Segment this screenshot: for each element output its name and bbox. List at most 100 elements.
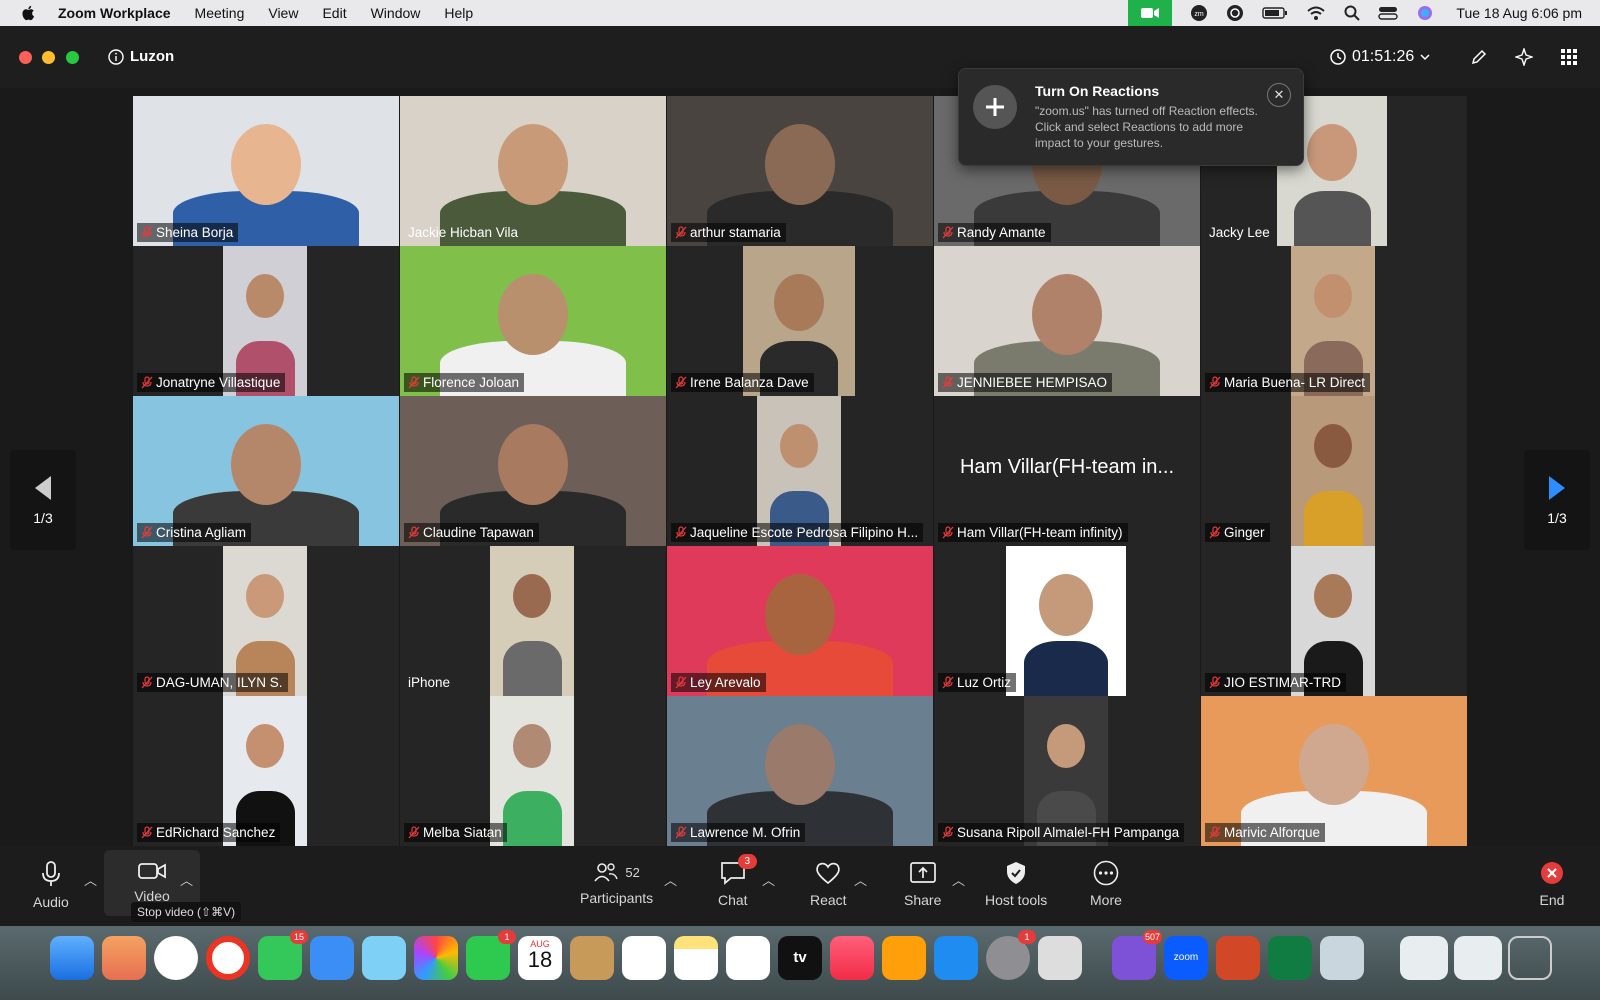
participant-tile[interactable]: JIO ESTIMAR-TRD (1201, 546, 1467, 696)
participant-tile[interactable]: Claudine Tapawan (400, 396, 666, 546)
meeting-name: Luzon (130, 48, 175, 65)
apple-tv-icon[interactable]: tv (778, 936, 822, 980)
participant-tile[interactable]: Cristina Agliam (133, 396, 399, 546)
recent-document-icon[interactable] (1454, 936, 1502, 980)
participant-tile[interactable]: Luz Ortiz (934, 546, 1200, 696)
participant-tile[interactable]: Marivic Alforque (1201, 696, 1467, 846)
participant-tile[interactable]: Irene Balanza Dave (667, 246, 933, 396)
calendar-icon[interactable]: AUG 18 (518, 936, 562, 980)
music-icon[interactable] (830, 936, 874, 980)
viber-icon[interactable]: 507 (1112, 930, 1162, 980)
battery-icon[interactable] (1262, 6, 1288, 20)
reminders-icon[interactable] (622, 936, 666, 980)
more-button[interactable]: More (1090, 860, 1122, 908)
video-options-chevron-icon[interactable]: ︿ (180, 870, 193, 889)
audio-options-chevron-icon[interactable]: ︿ (84, 870, 97, 889)
participant-tile[interactable]: EdRichard Sanchez (133, 696, 399, 846)
chat-chevron-icon[interactable]: ︿ (762, 870, 775, 889)
finder-icon[interactable] (50, 936, 94, 980)
participant-tile[interactable]: Florence Joloan (400, 246, 666, 396)
audio-button[interactable]: Audio (33, 860, 69, 910)
recent-document-icon[interactable] (1400, 936, 1448, 980)
meeting-timer[interactable]: 01:51:26 (1330, 48, 1430, 66)
share-chevron-icon[interactable]: ︿ (952, 870, 965, 889)
menu-help[interactable]: Help (444, 5, 473, 21)
participant-tile[interactable]: Jackie Hicban Vila (400, 96, 666, 246)
mail-icon[interactable] (310, 936, 354, 980)
spotlight-search-icon[interactable] (1344, 5, 1361, 21)
system-settings-icon[interactable]: 1 (986, 930, 1036, 980)
participant-tile[interactable]: Ley Arevalo (667, 546, 933, 696)
muted-microphone-icon (1209, 676, 1221, 689)
participant-tile[interactable]: Ham Villar(FH-team in... Ham Villar(FH-te… (934, 396, 1200, 546)
participant-tile[interactable]: JENNIEBEE HEMPISAO (934, 246, 1200, 396)
end-meeting-button[interactable]: End (1538, 860, 1566, 908)
minimize-window-button[interactable] (42, 51, 55, 64)
pages-icon[interactable] (882, 936, 926, 980)
wifi-icon[interactable] (1306, 5, 1326, 21)
popup-close-button[interactable]: ✕ (1267, 83, 1291, 107)
annotate-pencil-icon[interactable] (1470, 48, 1488, 66)
chat-button[interactable]: 3 Chat (718, 854, 757, 908)
share-button[interactable]: Share (904, 860, 941, 908)
opera-icon[interactable] (206, 936, 250, 980)
meeting-info[interactable]: Luzon (108, 48, 174, 65)
react-chevron-icon[interactable]: ︿ (854, 870, 867, 889)
participant-tile[interactable]: Susana Ripoll Almalel-FH Pampanga (934, 696, 1200, 846)
menu-window[interactable]: Window (371, 5, 421, 21)
zoom-menu-icon[interactable]: zm (1190, 4, 1208, 22)
menu-app-name[interactable]: Zoom Workplace (58, 5, 171, 21)
participant-tile[interactable]: Melba Siatan (400, 696, 666, 846)
host-tools-button[interactable]: Host tools (985, 860, 1047, 908)
participant-tile[interactable]: Sheina Borja (133, 96, 399, 246)
maps-icon[interactable] (362, 936, 406, 980)
participant-tile[interactable]: Lawrence M. Ofrin (667, 696, 933, 846)
participant-tile[interactable]: iPhone (400, 546, 666, 696)
participant-tile[interactable]: Jaqueline Escote Pedrosa Filipino H... (667, 396, 933, 546)
powerpoint-icon[interactable] (1216, 936, 1260, 980)
siri-icon[interactable] (1416, 4, 1434, 22)
preview-icon[interactable] (1320, 936, 1364, 980)
iphone-mirroring-icon[interactable] (1038, 936, 1082, 980)
ai-companion-icon[interactable] (1515, 48, 1533, 66)
app-store-icon[interactable] (934, 936, 978, 980)
participant-name: Jacky Lee (1209, 225, 1270, 240)
participant-tile[interactable]: Maria Buena- LR Direct (1201, 246, 1467, 396)
muted-microphone-icon (141, 826, 153, 839)
fullscreen-window-button[interactable] (66, 51, 79, 64)
participant-name: Jackie Hicban Vila (408, 225, 519, 240)
menu-bar: Zoom Workplace Meeting View Edit Window … (0, 0, 1600, 26)
arrow-right-icon (1549, 476, 1565, 500)
participants-button[interactable]: 52 Participants (580, 860, 653, 906)
close-window-button[interactable] (19, 51, 32, 64)
participants-chevron-icon[interactable]: ︿ (664, 870, 677, 889)
menu-edit[interactable]: Edit (322, 5, 346, 21)
menubar-clock[interactable]: Tue 18 Aug 6:06 pm (1456, 5, 1582, 21)
participant-tile[interactable]: Jonatryne Villastique (133, 246, 399, 396)
participant-tile[interactable]: Ginger (1201, 396, 1467, 546)
react-button[interactable]: React (810, 860, 847, 908)
facetime-icon[interactable]: 1 (466, 930, 516, 980)
freeform-icon[interactable] (726, 936, 770, 980)
excel-icon[interactable] (1268, 936, 1312, 980)
photos-icon[interactable] (414, 936, 458, 980)
participant-tile[interactable]: DAG-UMAN, ILYN S. (133, 546, 399, 696)
safari-icon[interactable] (154, 936, 198, 980)
launchpad-icon[interactable] (102, 936, 146, 980)
apple-logo-icon[interactable] (20, 4, 38, 22)
messages-icon[interactable]: 15 (258, 930, 308, 980)
notes-icon[interactable] (674, 936, 718, 980)
zoom-app-icon[interactable]: zoom (1164, 936, 1208, 980)
participant-tile[interactable]: arthur stamaria (667, 96, 933, 246)
view-grid-icon[interactable] (1560, 48, 1578, 66)
previous-page-button[interactable]: 1/3 (10, 450, 76, 550)
participant-name: Marivic Alforque (1224, 825, 1321, 840)
control-center-icon[interactable] (1378, 5, 1399, 21)
viber-menu-icon[interactable] (1226, 4, 1244, 22)
menu-view[interactable]: View (268, 5, 298, 21)
zoom-status-icon[interactable] (1128, 0, 1173, 26)
contacts-icon[interactable] (570, 936, 614, 980)
next-page-button[interactable]: 1/3 (1524, 450, 1590, 550)
menu-meeting[interactable]: Meeting (195, 5, 245, 21)
trash-icon[interactable] (1508, 936, 1552, 980)
